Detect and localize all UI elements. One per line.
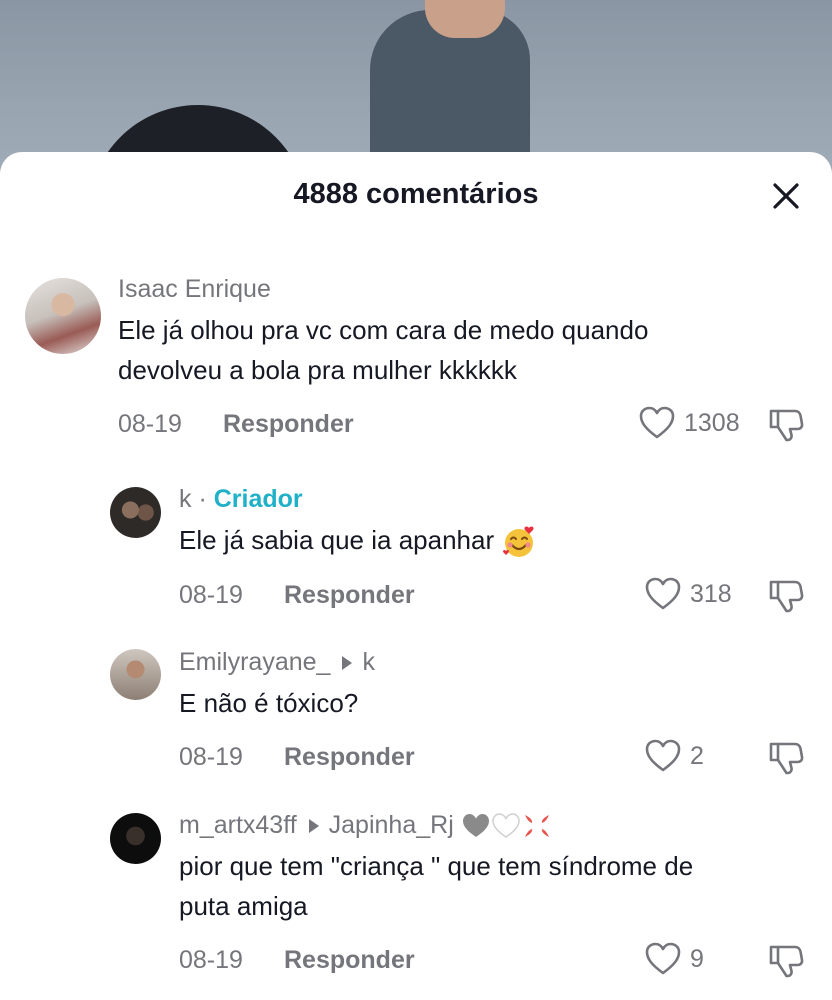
comment-text-line: pior que tem "criança " que tem síndrome…: [179, 851, 694, 881]
like-button[interactable]: 1308: [638, 405, 740, 441]
heart-icon: [645, 577, 681, 610]
grey-heart-icon: [462, 814, 489, 838]
comment-username-row: k · Criador: [179, 485, 303, 514]
dislike-icon[interactable]: [767, 738, 805, 776]
comment-date: 08-19: [179, 581, 243, 609]
dislike-icon[interactable]: [767, 576, 805, 614]
reply-button[interactable]: Responder: [284, 946, 415, 975]
close-icon: [773, 183, 799, 209]
comment-text-line: E não é tóxico?: [179, 688, 359, 718]
avatar[interactable]: [25, 278, 101, 354]
reply-to-username[interactable]: k: [362, 648, 375, 676]
reply-arrow-icon: [342, 655, 353, 670]
reply-button[interactable]: Responder: [284, 743, 415, 772]
creator-badge: Criador: [213, 485, 303, 513]
comment-username[interactable]: Isaac Enrique: [118, 275, 271, 304]
dislike-icon[interactable]: [767, 941, 805, 979]
avatar[interactable]: [110, 649, 161, 700]
comments-sheet: 4888 comentários Isaac Enrique Ele já ol…: [0, 152, 832, 1000]
comment-username-row: m_artx43ff Japinha_Rj: [179, 811, 553, 841]
comment-text-line: puta amiga: [179, 891, 308, 921]
heart-icon: [639, 406, 675, 439]
comment-date: 08-19: [118, 410, 182, 438]
smiling-face-with-hearts-icon: [503, 526, 534, 558]
comment-date: 08-19: [179, 743, 243, 771]
avatar[interactable]: [110, 813, 161, 864]
comment-text-line: Ele já sabia que ia apanhar: [179, 520, 537, 560]
reply-button[interactable]: Responder: [284, 581, 415, 610]
comments-title: 4888 comentários: [293, 178, 539, 210]
comment-text: Ele já sabia que ia apanhar: [179, 525, 495, 555]
comment-username[interactable]: Emilyrayane_: [179, 648, 330, 676]
comment-text-line: Ele já olhou pra vc com cara de medo qua…: [118, 315, 649, 345]
reply-arrow-icon: [308, 818, 319, 833]
comment-username[interactable]: k: [179, 485, 192, 513]
avatar[interactable]: [110, 487, 161, 538]
username-separator: ·: [198, 485, 207, 513]
like-count: 9: [690, 944, 704, 973]
like-count: 2: [690, 741, 704, 770]
like-button[interactable]: 9: [644, 941, 704, 977]
dislike-icon[interactable]: [767, 405, 805, 443]
heart-icon: [645, 739, 681, 772]
comment-username[interactable]: m_artx43ff: [179, 811, 297, 839]
reply-to-username[interactable]: Japinha_Rj: [329, 811, 454, 839]
comment-username-row: Emilyrayane_ k: [179, 648, 375, 677]
like-count: 318: [690, 579, 732, 608]
anger-symbol-icon: [524, 815, 549, 838]
comment-text-line: devolveu a bola pra mulher kkkkkk: [118, 355, 517, 385]
close-button[interactable]: [766, 176, 806, 216]
heart-icon: [645, 942, 681, 975]
comment-date: 08-19: [179, 946, 243, 974]
reply-button[interactable]: Responder: [223, 410, 354, 439]
like-button[interactable]: 2: [644, 738, 704, 774]
like-count: 1308: [684, 408, 740, 437]
like-button[interactable]: 318: [644, 576, 732, 612]
white-heart-icon: [491, 813, 520, 839]
